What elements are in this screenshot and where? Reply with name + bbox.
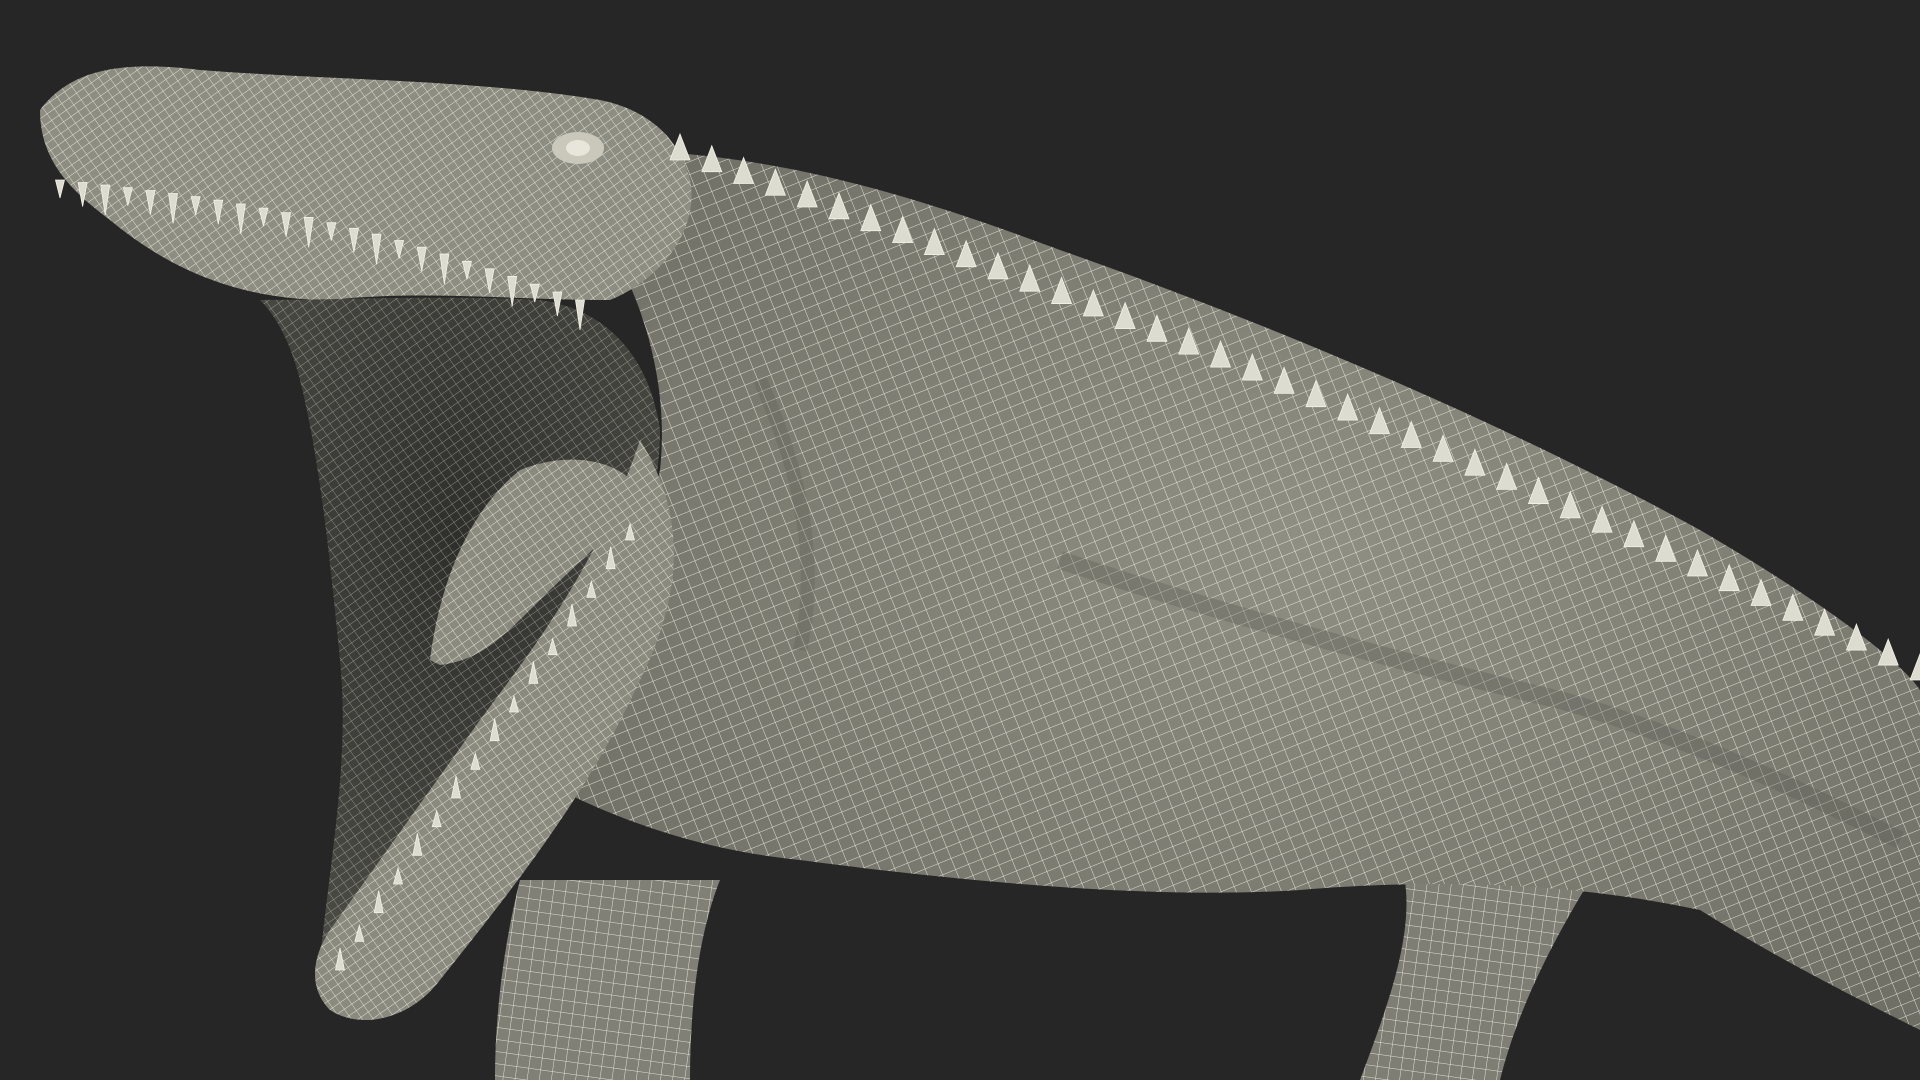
front-leg [495, 880, 720, 1080]
upper-jaw [40, 66, 692, 300]
hind-leg [1360, 860, 1590, 1080]
tooth [54, 179, 66, 199]
body [560, 150, 1920, 1030]
viewport [0, 0, 1920, 1080]
scute [1909, 652, 1920, 681]
wireframe-render [40, 66, 1920, 1080]
